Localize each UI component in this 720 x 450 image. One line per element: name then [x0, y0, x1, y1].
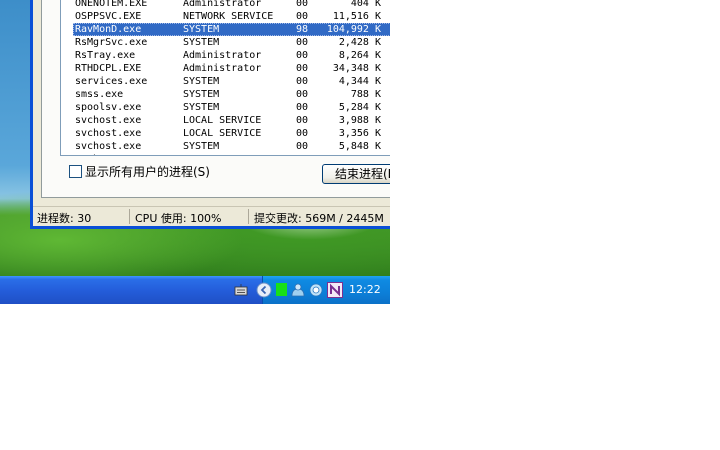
process-user: NETWORK SERVICE	[183, 11, 274, 22]
process-count: 进程数: 30	[37, 212, 92, 225]
process-memory: 404 K	[350, 0, 381, 9]
keyboard-icon[interactable]	[234, 283, 248, 297]
task-manager-window: ONENOTEM.EXE Administrator 00 404 K OSPPSVC.…	[30, 0, 390, 229]
process-name: svchost.exe	[75, 141, 142, 152]
process-cpu: 00	[296, 50, 309, 61]
process-cpu: 00	[296, 141, 309, 152]
screen: ONENOTEM.EXE Administrator 00 404 K OSPPSVC.…	[0, 0, 390, 304]
process-row[interactable]: svchost.exe SYSTEM 00 5,848 K	[73, 140, 390, 153]
network-person-icon[interactable]	[291, 283, 305, 297]
process-cpu: 00	[296, 153, 308, 155]
process-name: svchost.exe	[75, 153, 141, 155]
process-cpu: 00	[296, 11, 309, 22]
process-user: SYSTEM	[183, 24, 220, 35]
taskbar: 12:22	[0, 276, 390, 304]
process-memory: 11,516 K	[332, 11, 381, 22]
process-row[interactable]: svchost.exe LOCAL SERVICE 00 3,988 K	[73, 114, 390, 127]
process-cpu: 00	[296, 102, 309, 113]
process-user: SYSTEM	[183, 37, 220, 48]
process-user: Administrator	[183, 50, 262, 61]
process-user: SYSTEM	[183, 76, 220, 87]
process-memory: 5,284 K	[338, 102, 381, 113]
process-memory: 3,356 K	[338, 128, 381, 139]
cpu-usage: CPU 使用: 100%	[135, 212, 222, 225]
process-row[interactable]: RTHDCPL.EXE Administrator 00 34,348 K	[73, 62, 390, 75]
process-name: ONENOTEM.EXE	[75, 0, 148, 9]
process-row[interactable]: svchost.exe LOCAL SERVICE 00 3,356 K	[73, 127, 390, 140]
process-user: NETWORK SERVICE	[183, 153, 273, 155]
process-user: Administrator	[183, 0, 262, 9]
process-cpu: 00	[296, 89, 309, 100]
process-memory: 104,992 K	[326, 24, 381, 35]
process-row[interactable]: services.exe SYSTEM 00 4,344 K	[73, 75, 390, 88]
security-shield-icon[interactable]	[309, 283, 323, 297]
process-name: RsMgrSvc.exe	[75, 37, 148, 48]
process-memory: 788 K	[350, 89, 381, 100]
end-process-button[interactable]: 结束进程(E)	[322, 164, 390, 184]
process-memory: 8,264 K	[338, 50, 381, 61]
process-user: LOCAL SERVICE	[183, 128, 262, 139]
process-memory: 3,888 K	[321, 153, 381, 155]
process-name: services.exe	[75, 76, 148, 87]
process-memory: 2,428 K	[338, 37, 381, 48]
process-row[interactable]: RsMgrSvc.exe SYSTEM 00 2,428 K	[73, 36, 390, 49]
process-name: OSPPSVC.EXE	[75, 11, 142, 22]
process-name: svchost.exe	[75, 115, 142, 126]
process-row[interactable]: ONENOTEM.EXE Administrator 00 404 K	[73, 0, 390, 10]
process-memory: 3,988 K	[338, 115, 381, 126]
process-cpu: 00	[296, 37, 309, 48]
process-name: RTHDCPL.EXE	[75, 63, 142, 74]
process-name: RavMonD.exe	[75, 24, 142, 35]
process-user: LOCAL SERVICE	[183, 115, 262, 126]
status-separator	[129, 209, 130, 224]
show-all-users-label[interactable]: 显示所有用户的进程(S)	[85, 163, 210, 180]
status-separator	[248, 209, 249, 224]
process-cpu: 00	[296, 76, 309, 87]
process-name: RsTray.exe	[75, 50, 136, 61]
process-cpu: 00	[296, 63, 309, 74]
process-user: Administrator	[183, 63, 262, 74]
process-row[interactable]: RavMonD.exe SYSTEM 98 104,992 K	[73, 23, 390, 36]
process-row[interactable]: RsTray.exe Administrator 00 8,264 K	[73, 49, 390, 62]
onenote-icon[interactable]	[327, 282, 343, 298]
process-name: svchost.exe	[75, 128, 142, 139]
process-row[interactable]: spoolsv.exe SYSTEM 00 5,284 K	[73, 101, 390, 114]
process-user: SYSTEM	[183, 141, 220, 152]
process-memory: 5,848 K	[338, 141, 381, 152]
commit-charge: 提交更改: 569M / 2445M	[254, 212, 384, 225]
process-user: SYSTEM	[183, 89, 220, 100]
back-arrow-icon[interactable]	[256, 282, 272, 298]
process-name: spoolsv.exe	[75, 102, 142, 113]
process-cpu: 00	[296, 115, 309, 126]
show-all-users-checkbox[interactable]	[69, 165, 82, 178]
process-user: SYSTEM	[183, 102, 220, 113]
clock[interactable]: 12:22	[349, 283, 381, 296]
process-memory: 4,344 K	[338, 76, 381, 87]
process-cpu: 00	[296, 0, 309, 9]
process-list[interactable]: ONENOTEM.EXE Administrator 00 404 K OSPPSVC.…	[60, 0, 390, 156]
status-bar: 进程数: 30 CPU 使用: 100% 提交更改: 569M / 2445M	[33, 206, 390, 226]
processes-tab-panel: ONENOTEM.EXE Administrator 00 404 K OSPPSVC.…	[41, 0, 390, 198]
process-memory: 34,348 K	[332, 63, 381, 74]
process-row[interactable]: smss.exe SYSTEM 00 788 K	[73, 88, 390, 101]
process-cpu: 00	[296, 128, 309, 139]
green-status-icon[interactable]	[276, 283, 287, 296]
process-row[interactable]: OSPPSVC.EXE NETWORK SERVICE 00 11,516 K	[73, 10, 390, 23]
process-name: smss.exe	[75, 89, 124, 100]
process-cpu: 98	[296, 24, 309, 35]
process-row[interactable]: svchost.exe NETWORK SERVICE 00 3,888 K	[73, 153, 390, 155]
